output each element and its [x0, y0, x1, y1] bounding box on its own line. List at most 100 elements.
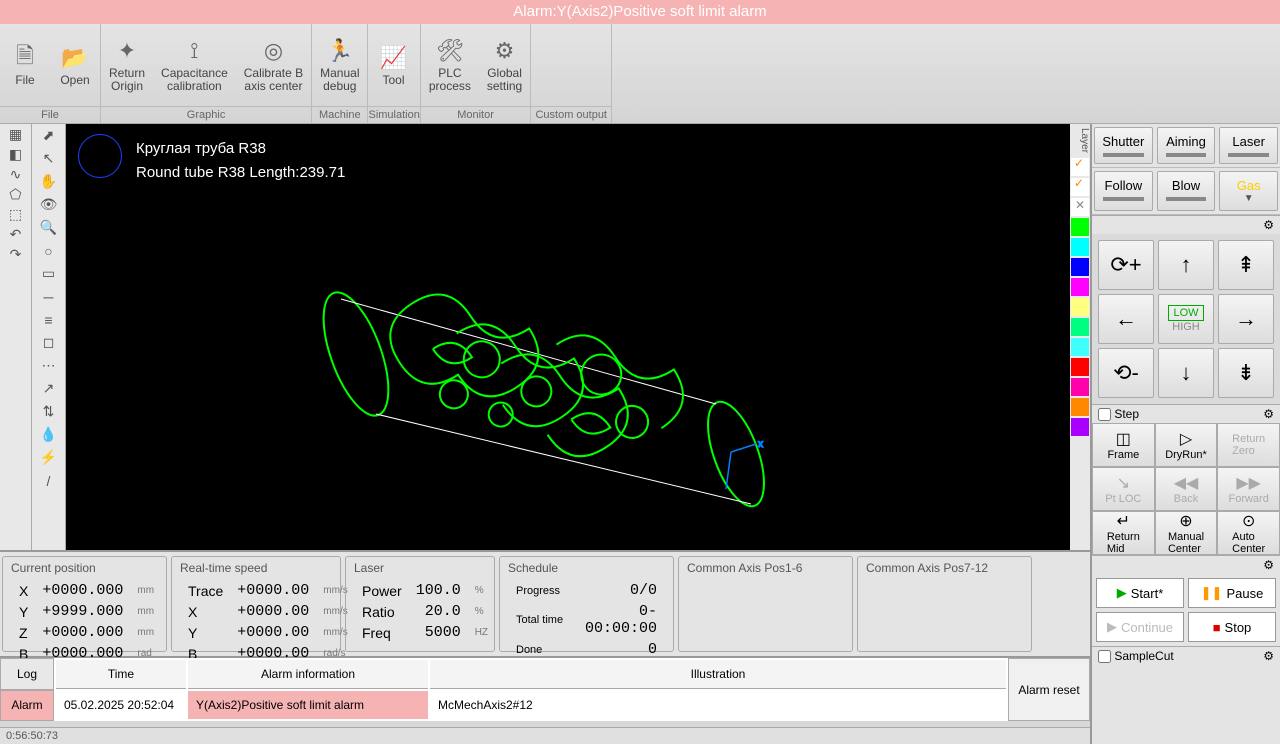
- layer-pink[interactable]: [1071, 378, 1089, 396]
- tube-icon[interactable]: ⬠: [0, 184, 31, 204]
- global-setting-button[interactable]: ⚙Global setting: [479, 24, 530, 106]
- gas-button[interactable]: Gas▼: [1219, 171, 1278, 211]
- layer-purple[interactable]: [1071, 418, 1089, 436]
- dryrun-button[interactable]: ▷DryRun*: [1155, 423, 1218, 467]
- zoom-icon[interactable]: 🔍: [32, 216, 65, 239]
- play-icon: ▷: [1180, 429, 1192, 449]
- frame-button[interactable]: ◫Frame: [1092, 423, 1155, 467]
- realtime-speed-group: Real-time speed Trace+0000.00mm/sX+0000.…: [171, 556, 341, 652]
- auto-center-button[interactable]: ⊙Auto Center: [1217, 511, 1280, 555]
- arrow-icon[interactable]: ↗: [32, 377, 65, 400]
- pause-button[interactable]: ❚❚Pause: [1188, 578, 1276, 608]
- origin-icon: ✦: [113, 37, 141, 65]
- z-up-button[interactable]: ⇞: [1218, 240, 1274, 290]
- drop-icon[interactable]: 💧: [32, 423, 65, 446]
- jog-left-button[interactable]: ←: [1098, 294, 1154, 344]
- layer-orange[interactable]: [1071, 398, 1089, 416]
- tool-button[interactable]: 📈Tool: [368, 24, 418, 106]
- circle-icon[interactable]: ○: [32, 239, 65, 262]
- laser-button[interactable]: Laser: [1219, 127, 1278, 164]
- plc-process-button[interactable]: 🛠PLC process: [421, 24, 479, 106]
- alarm-banner: Alarm:Y(Axis2)Positive soft limit alarm: [0, 0, 1280, 24]
- layer-check-2[interactable]: ✓: [1071, 178, 1089, 196]
- left-tool-strip-1: ▦ ◧ ∿ ⬠ ⬚ ↶ ↷: [0, 124, 32, 550]
- step-gear-icon[interactable]: ⚙: [1263, 407, 1274, 421]
- layer-yellow[interactable]: [1071, 298, 1089, 316]
- shape-icon[interactable]: ◧: [0, 144, 31, 164]
- samplecut-gear-icon[interactable]: ⚙: [1263, 649, 1274, 663]
- samplecut-checkbox[interactable]: [1098, 650, 1111, 663]
- forward-button[interactable]: ▶▶Forward: [1217, 467, 1280, 511]
- undo-icon[interactable]: ↶: [0, 224, 31, 244]
- file-button[interactable]: 🗎File: [0, 24, 50, 106]
- hand-icon[interactable]: ✋: [32, 170, 65, 193]
- debug-icon: 🏃: [326, 37, 354, 65]
- toggle-gear-icon[interactable]: ⚙: [1263, 218, 1274, 232]
- follow-button[interactable]: Follow: [1094, 171, 1153, 211]
- open-button[interactable]: 📂Open: [50, 24, 100, 106]
- manual-debug-button[interactable]: 🏃Manual debug: [312, 24, 367, 106]
- rotate-ccw-button[interactable]: ⟲-: [1098, 348, 1154, 398]
- pt-loc-button[interactable]: ↘Pt LOC: [1092, 467, 1155, 511]
- layer-magenta[interactable]: [1071, 278, 1089, 296]
- dash-icon[interactable]: ─: [32, 285, 65, 308]
- return-mid-button[interactable]: ↵Return Mid: [1092, 511, 1155, 555]
- cursor-icon[interactable]: ↖: [32, 147, 65, 170]
- layer-check-1[interactable]: ✓: [1071, 158, 1089, 176]
- layer-green[interactable]: [1071, 218, 1089, 236]
- log-tab[interactable]: Log: [0, 658, 54, 690]
- shutter-button[interactable]: Shutter: [1094, 127, 1153, 164]
- square-icon[interactable]: ◻: [32, 331, 65, 354]
- back-button[interactable]: ◀◀Back: [1155, 467, 1218, 511]
- grid-icon[interactable]: ▦: [0, 124, 31, 144]
- laser-group: Laser Power100.0%Ratio20.0%Freq5000HZ: [345, 556, 495, 652]
- dots-icon[interactable]: ⋯: [32, 354, 65, 377]
- layer-close[interactable]: ✕: [1071, 198, 1089, 216]
- start-button[interactable]: ▶Start*: [1096, 578, 1184, 608]
- needle-icon[interactable]: /: [32, 469, 65, 492]
- loc-icon: ↘: [1117, 473, 1130, 493]
- jog-down-button[interactable]: ↓: [1158, 348, 1214, 398]
- list-icon[interactable]: ≡: [32, 308, 65, 331]
- layer-red[interactable]: [1071, 358, 1089, 376]
- return-origin-button[interactable]: ✦Return Origin: [101, 24, 153, 106]
- step-checkbox[interactable]: [1098, 408, 1111, 421]
- manual-center-button[interactable]: ⊕Manual Center: [1155, 511, 1218, 555]
- ops-gear-icon[interactable]: ⚙: [1263, 558, 1274, 572]
- jog-right-button[interactable]: →: [1218, 294, 1274, 344]
- layer-lightcyan[interactable]: [1071, 338, 1089, 356]
- clock-readout: 0:56:50:73: [0, 727, 1090, 744]
- viewport-canvas[interactable]: Круглая труба R38 Round tube R38 Length:…: [66, 124, 1070, 550]
- blow-button[interactable]: Blow: [1157, 171, 1216, 211]
- log-row[interactable]: 05.02.2025 20:52:04Y(Axis2)Positive soft…: [56, 691, 1006, 719]
- alarm-tab[interactable]: Alarm: [0, 690, 54, 722]
- speed-toggle-button[interactable]: LOWHIGH: [1158, 294, 1214, 344]
- rect-icon[interactable]: ⬚: [0, 204, 31, 224]
- layer-blue[interactable]: [1071, 258, 1089, 276]
- alarm-reset-button[interactable]: Alarm reset: [1008, 658, 1090, 721]
- capacitance-calibration-button[interactable]: ⟟Capacitance calibration: [153, 24, 236, 106]
- log-area: Log Alarm TimeAlarm informationIllustrat…: [0, 656, 1090, 721]
- graphic-group-label: Graphic: [101, 106, 311, 123]
- pause-icon: ❚❚: [1201, 585, 1223, 601]
- jog-up-button[interactable]: ↑: [1158, 240, 1214, 290]
- bolt-icon[interactable]: ⚡: [32, 446, 65, 469]
- redo-icon[interactable]: ↷: [0, 244, 31, 264]
- eye-icon[interactable]: 👁: [32, 193, 65, 216]
- current-position-group: Current position X+0000.000mmY+9999.000m…: [2, 556, 167, 652]
- aiming-button[interactable]: Aiming: [1157, 127, 1216, 164]
- layer-cyan[interactable]: [1071, 238, 1089, 256]
- layer-teal[interactable]: [1071, 318, 1089, 336]
- box-icon[interactable]: ▭: [32, 262, 65, 285]
- stop-button[interactable]: ■Stop: [1188, 612, 1276, 642]
- z-down-button[interactable]: ⇟: [1218, 348, 1274, 398]
- curve-icon[interactable]: ∿: [0, 164, 31, 184]
- calibrate-b-button[interactable]: ◎Calibrate B axis center: [236, 24, 311, 106]
- chart-icon: 📈: [379, 44, 407, 72]
- pointer-icon[interactable]: ⬈: [32, 124, 65, 147]
- return-zero-button[interactable]: Return Zero: [1217, 423, 1280, 467]
- swap-icon[interactable]: ⇅: [32, 400, 65, 423]
- continue-button[interactable]: ▶Continue: [1096, 612, 1184, 642]
- svg-text:x: x: [758, 439, 763, 450]
- rotate-cw-button[interactable]: ⟳+: [1098, 240, 1154, 290]
